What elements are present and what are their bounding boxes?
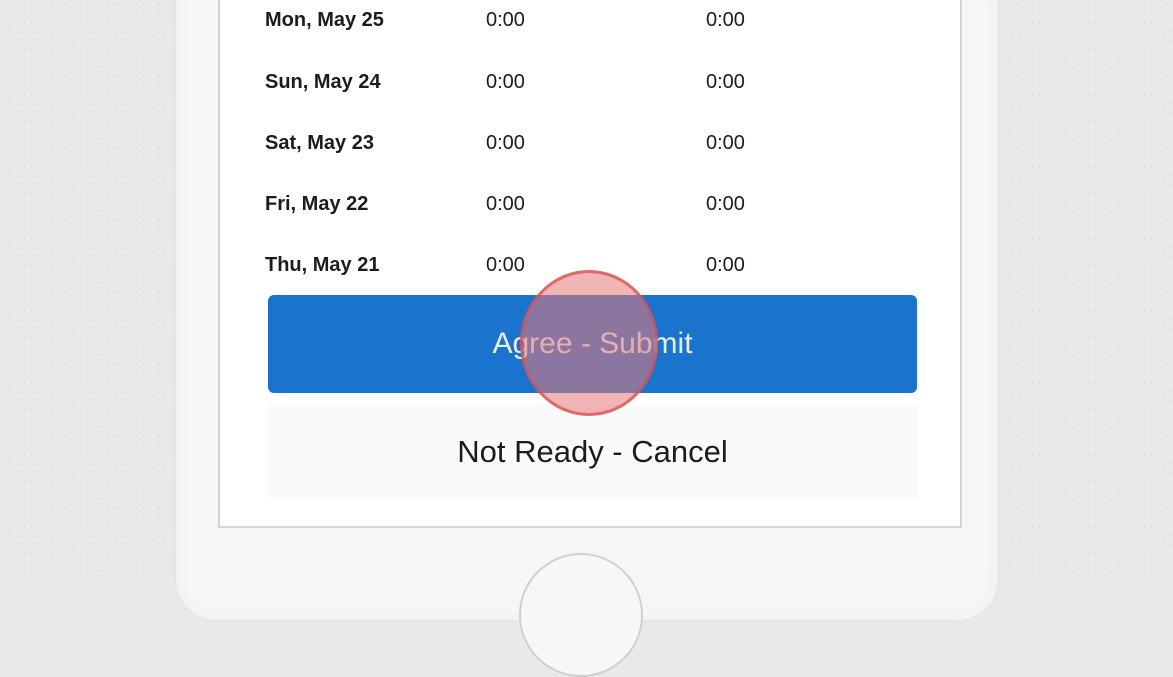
timesheet-row: Sat, May 23 0:00 0:00 <box>265 132 825 162</box>
row-time-first: 0:00 <box>486 193 525 215</box>
home-button[interactable] <box>519 553 643 677</box>
row-time-first: 0:00 <box>486 9 525 31</box>
row-date: Thu, May 21 <box>265 254 380 276</box>
agree-submit-button[interactable]: Agree - Submit <box>268 295 917 393</box>
timesheet-row: Fri, May 22 0:00 0:00 <box>265 193 825 223</box>
timesheet-row: Mon, May 25 0:00 0:00 <box>265 9 825 39</box>
cancel-button-label: Not Ready - Cancel <box>457 434 728 469</box>
row-date: Sun, May 24 <box>265 71 381 93</box>
not-ready-cancel-button[interactable]: Not Ready - Cancel <box>268 404 917 500</box>
row-time-second: 0:00 <box>706 132 745 154</box>
row-time-first: 0:00 <box>486 71 525 93</box>
row-time-second: 0:00 <box>706 71 745 93</box>
row-time-second: 0:00 <box>706 254 745 276</box>
row-time-first: 0:00 <box>486 132 525 154</box>
timesheet-row: Sun, May 24 0:00 0:00 <box>265 71 825 101</box>
row-date: Mon, May 25 <box>265 9 384 31</box>
submit-button-label: Agree - Submit <box>492 327 693 360</box>
row-time-first: 0:00 <box>486 254 525 276</box>
row-time-second: 0:00 <box>706 193 745 215</box>
row-date: Fri, May 22 <box>265 193 369 215</box>
row-date: Sat, May 23 <box>265 132 374 154</box>
row-time-second: 0:00 <box>706 9 745 31</box>
timesheet-row: Thu, May 21 0:00 0:00 <box>265 254 825 284</box>
